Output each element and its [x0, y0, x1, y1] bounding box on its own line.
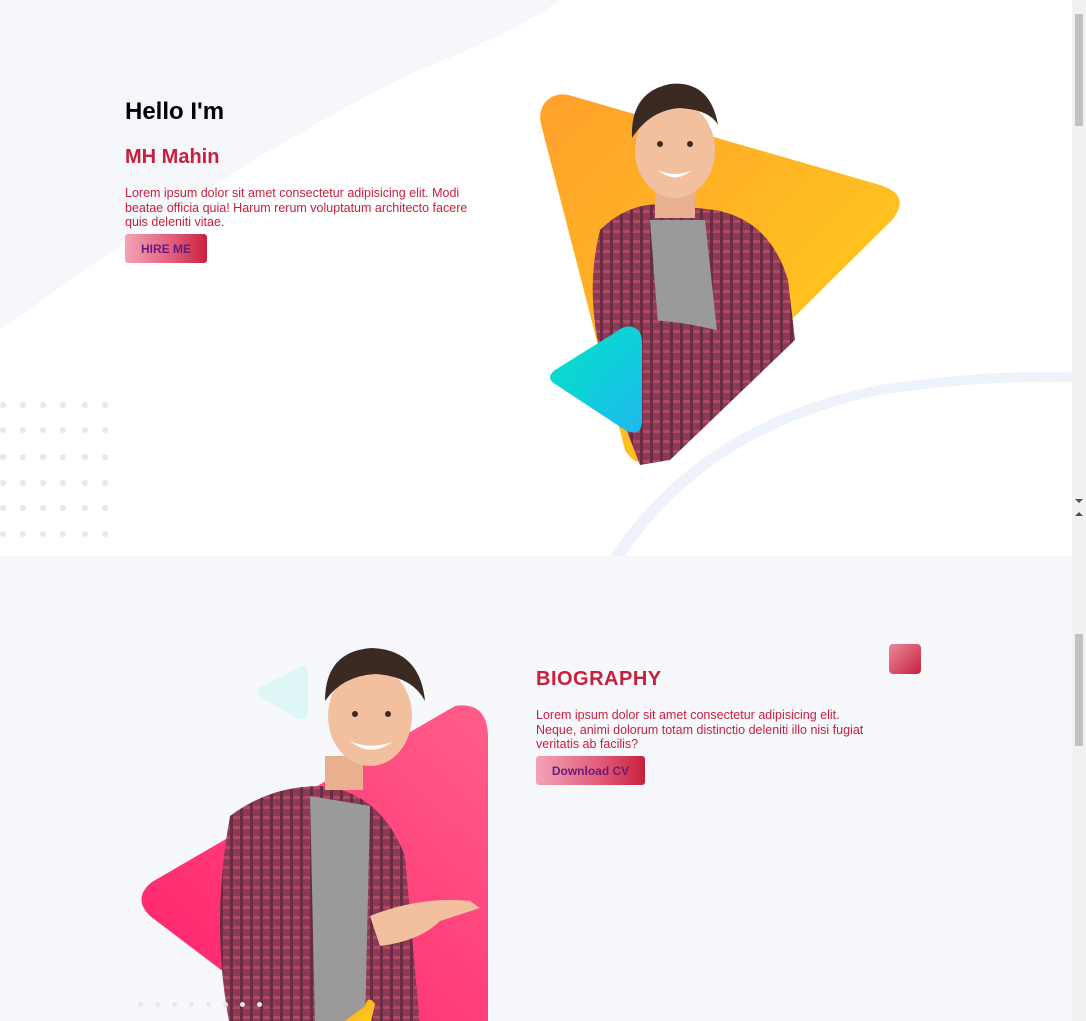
hero-greeting: Hello I'm: [125, 98, 225, 125]
hero-person-image: [540, 83, 900, 465]
scrollbar-thumb-inner[interactable]: [1075, 634, 1083, 746]
hire-me-button[interactable]: HIRE ME: [125, 234, 207, 263]
hero-name: MH Mahin: [125, 146, 220, 168]
hero-section: Hello I'm MH Mahin Lorem ipsum dolor sit…: [0, 0, 1072, 556]
about-person-image: [141, 648, 488, 1021]
download-cv-button[interactable]: Download CV: [536, 756, 645, 785]
decorative-square: [889, 644, 921, 674]
page: Hello I'm MH Mahin Lorem ipsum dolor sit…: [0, 0, 1072, 1021]
scrollbar-thumb[interactable]: [1075, 14, 1083, 126]
biography-description: Lorem ipsum dolor sit amet consectetur a…: [536, 708, 864, 751]
about-section: BIOGRAPHY Lorem ipsum dolor sit amet con…: [0, 556, 1072, 1021]
scroll-up-arrow-icon[interactable]: [1075, 512, 1083, 516]
biography-title: BIOGRAPHY: [536, 668, 662, 690]
scroll-down-arrow-icon[interactable]: [1075, 499, 1083, 503]
hero-description: Lorem ipsum dolor sit amet consectetur a…: [125, 186, 468, 229]
scrollbar[interactable]: [1072, 0, 1086, 1021]
